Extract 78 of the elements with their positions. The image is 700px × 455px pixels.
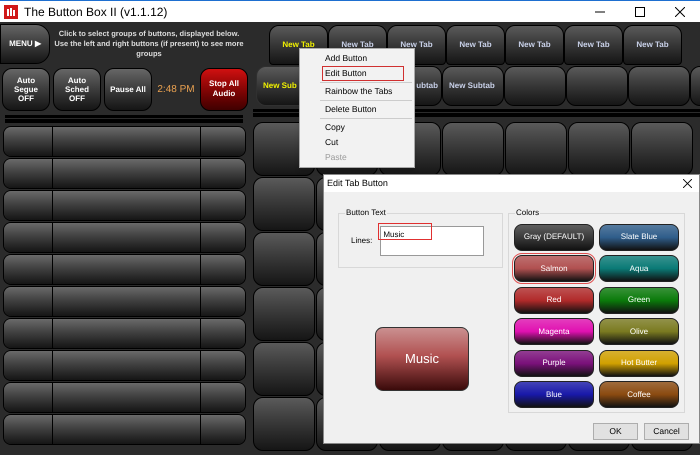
cue-button[interactable] xyxy=(4,159,53,188)
control-button[interactable]: Pause All xyxy=(104,68,152,110)
close-icon xyxy=(675,6,685,16)
cue-button[interactable] xyxy=(53,159,201,188)
menu-item[interactable]: Delete Button xyxy=(322,102,404,117)
menu-item[interactable]: Cut xyxy=(322,135,404,150)
color-button[interactable]: Aqua xyxy=(599,255,679,282)
lines-label: Lines: xyxy=(351,234,372,246)
cue-button[interactable] xyxy=(53,415,201,444)
cue-button[interactable] xyxy=(53,191,201,220)
menu-item[interactable]: Edit Button xyxy=(322,66,404,81)
cue-button[interactable] xyxy=(201,287,245,316)
tab[interactable]: New Tab xyxy=(564,25,623,65)
subtab[interactable]: New Subtab xyxy=(442,66,504,106)
tab[interactable]: New Tab xyxy=(505,25,564,65)
color-button[interactable]: Slate Blue xyxy=(599,224,679,250)
cue-button[interactable] xyxy=(201,223,245,252)
cue-button[interactable] xyxy=(53,351,201,380)
cue-button[interactable] xyxy=(4,191,53,220)
cue-button[interactable] xyxy=(201,191,245,220)
color-button[interactable]: Blue xyxy=(514,381,594,408)
cue-button[interactable] xyxy=(201,319,245,348)
color-button[interactable]: Green xyxy=(599,286,679,314)
tab[interactable]: New Tab xyxy=(623,25,682,65)
cue-button[interactable] xyxy=(201,351,245,380)
cue-button[interactable] xyxy=(4,383,53,412)
cue-button[interactable] xyxy=(4,415,53,444)
cue-button[interactable] xyxy=(4,255,53,284)
color-button[interactable]: Purple xyxy=(514,350,594,376)
cue-button[interactable] xyxy=(4,319,53,348)
app-icon xyxy=(4,4,18,18)
dialog-button[interactable]: Cancel xyxy=(644,423,689,440)
cue-button[interactable] xyxy=(201,415,245,444)
preview-button[interactable]: Music xyxy=(375,327,469,391)
cue-button[interactable] xyxy=(53,287,201,316)
menu-item[interactable]: Copy xyxy=(322,120,404,135)
subtab[interactable] xyxy=(504,66,566,106)
lines-field[interactable]: Music xyxy=(380,226,484,256)
subtab[interactable] xyxy=(566,66,628,106)
color-button[interactable]: Gray (DEFAULT) xyxy=(514,224,594,250)
cue-button[interactable] xyxy=(201,159,245,188)
color-button[interactable]: Magenta xyxy=(514,318,594,345)
group-label: Button Text xyxy=(345,208,387,218)
cue-button[interactable] xyxy=(53,223,201,252)
grid-button[interactable] xyxy=(568,122,630,176)
window-title: The Button Box II (v1.1.12) xyxy=(24,4,168,20)
control-button[interactable]: Auto Segue OFF xyxy=(2,68,50,110)
clock-text: 2:48 PM xyxy=(156,82,196,96)
group-label: Colors xyxy=(515,208,540,218)
maximize-icon xyxy=(635,6,645,16)
color-button[interactable]: Salmon xyxy=(514,255,594,282)
tab[interactable]: New Tab xyxy=(446,25,505,65)
dialog-button[interactable]: OK xyxy=(593,423,638,440)
grid-button[interactable] xyxy=(442,122,504,176)
subtab[interactable] xyxy=(628,66,690,106)
stop-audio-button[interactable]: Stop All Audio xyxy=(200,68,248,110)
dialog-close-button[interactable] xyxy=(681,178,693,190)
dialog-title: Edit Tab Button xyxy=(327,176,388,190)
cue-button[interactable] xyxy=(4,127,53,156)
menu-button[interactable]: MENU ▶ xyxy=(0,24,50,64)
menu-item[interactable]: Rainbow the Tabs xyxy=(322,84,404,99)
cue-button[interactable] xyxy=(201,255,245,284)
cue-button[interactable] xyxy=(53,383,201,412)
cue-button[interactable] xyxy=(53,127,201,156)
cue-button[interactable] xyxy=(4,223,53,252)
close-icon xyxy=(682,179,692,188)
cue-button[interactable] xyxy=(201,127,245,156)
color-button[interactable]: Red xyxy=(514,286,594,314)
cue-button[interactable] xyxy=(4,351,53,380)
cue-button[interactable] xyxy=(201,383,245,412)
color-button[interactable]: Coffee xyxy=(599,381,679,408)
grid-button[interactable] xyxy=(505,122,567,176)
cue-button[interactable] xyxy=(53,319,201,348)
grid-button[interactable] xyxy=(631,122,693,176)
color-button[interactable]: Olive xyxy=(599,318,679,345)
cue-button[interactable] xyxy=(4,287,53,316)
control-button[interactable]: Auto Sched OFF xyxy=(53,68,101,110)
cue-button[interactable] xyxy=(53,255,201,284)
